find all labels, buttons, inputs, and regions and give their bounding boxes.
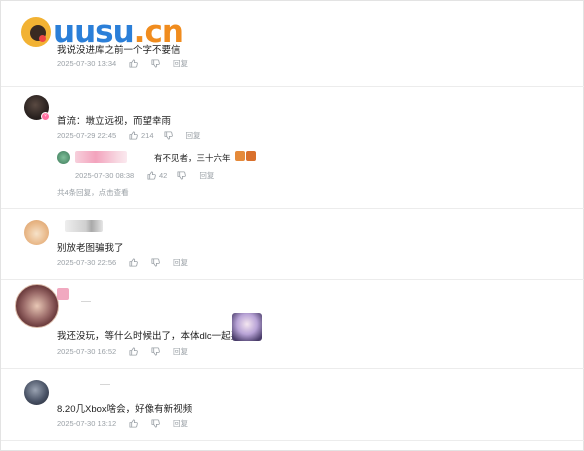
thumbs-up-icon [129,58,138,68]
thumbs-down-icon [164,130,173,140]
thumbs-up-icon [129,257,138,267]
like-button[interactable] [129,346,141,356]
reply-username[interactable] [75,151,127,163]
reply-button[interactable]: 回复 [173,346,188,357]
reply-item: 有不见者，三十六年 2025-07-30 08:38 42 回复 [57,149,577,181]
comment-meta: 2025-07-30 13:34 回复 [57,57,188,69]
avatar[interactable] [24,380,49,405]
thumbs-up-icon [129,130,138,140]
comment-text: 我还没玩，等什么时候出了，本体dlc一起买 [57,331,241,342]
view-more-replies-link[interactable]: 共4条回复，点击查看 [57,187,129,198]
reply-button[interactable]: 回复 [173,58,188,69]
username[interactable] [65,220,103,232]
comment-item: 8.20几Xbox啥会，好像有新视频 2025-07-30 13:12 回复 [1,369,584,441]
comment-item: 我还没玩，等什么时候出了，本体dlc一起买 2025-07-30 16:52 回… [1,280,584,369]
dislike-button[interactable] [151,346,163,356]
reply-button[interactable]: 回复 [186,130,201,141]
thumbs-up-icon [129,418,138,428]
reply-avatar[interactable] [57,151,70,164]
avatar[interactable] [15,284,59,328]
reply-meta: 2025-07-30 08:38 42 回复 [75,169,214,181]
like-count: 214 [141,130,154,140]
comment-time: 2025-07-29 22:45 [57,130,117,140]
comment-time: 2025-07-30 13:34 [57,58,117,68]
username-tag [81,301,91,302]
comment-time: 2025-07-30 13:12 [57,418,117,428]
comment-meta: 2025-07-29 22:45 214 回复 [57,129,201,141]
username[interactable] [57,288,69,300]
emoji-sticker-icon [246,151,256,161]
comment-text: 8.20几Xbox啥会，好像有新视频 [57,404,193,415]
username-tag [100,384,110,385]
thumbs-down-icon [177,170,187,180]
comment-meta: 2025-07-30 16:52 回复 [57,345,188,357]
reply-time: 2025-07-30 08:38 [75,170,135,180]
comment-time: 2025-07-30 16:52 [57,346,117,356]
like-count: 42 [159,170,168,180]
dislike-button[interactable] [151,58,163,68]
comment-time: 2025-07-30 22:56 [57,257,117,267]
user-badge-icon: ♀ [41,112,50,121]
dislike-button[interactable] [164,130,176,140]
thumbs-down-icon [151,257,160,267]
logo-icon [21,17,51,47]
comments-panel: uusu.cn 我说没进库之前一个字不要信 2025-07-30 13:34 回… [0,0,584,451]
avatar[interactable] [24,220,49,245]
comment-meta: 2025-07-30 22:56 回复 [57,256,188,268]
like-button[interactable]: 42 [147,171,167,180]
reply-button[interactable]: 回复 [199,170,214,181]
like-button[interactable] [129,257,141,267]
sticker-image-icon [232,313,262,341]
comment-text: 别放老图骗我了 [57,243,124,254]
dislike-button[interactable] [151,418,163,428]
thumbs-down-icon [151,58,160,68]
thumbs-down-icon [151,346,160,356]
comment-item: 别放老图骗我了 2025-07-30 22:56 回复 [1,209,584,280]
dislike-button[interactable] [177,170,189,180]
dislike-button[interactable] [151,257,163,267]
like-button[interactable]: 214 [129,131,154,140]
emoji-sticker-icon [235,151,245,161]
thumbs-up-icon [147,170,156,180]
like-button[interactable] [129,58,141,68]
reply-button[interactable]: 回复 [173,257,188,268]
comment-text: 首流：墩立远视，而望幸雨 [57,116,172,127]
reply-text: 有不见者，三十六年 [154,153,231,163]
comment-meta: 2025-07-30 13:12 回复 [57,417,188,429]
logo-text: uusu.cn [53,13,184,50]
comment-item: ♀ 首流：墩立远视，而望幸雨 2025-07-29 22:45 214 回复 有… [1,87,584,209]
like-button[interactable] [129,418,141,428]
thumbs-up-icon [129,346,138,356]
reply-button[interactable]: 回复 [173,418,188,429]
site-logo: uusu.cn [21,13,184,51]
thumbs-down-icon [151,418,160,428]
